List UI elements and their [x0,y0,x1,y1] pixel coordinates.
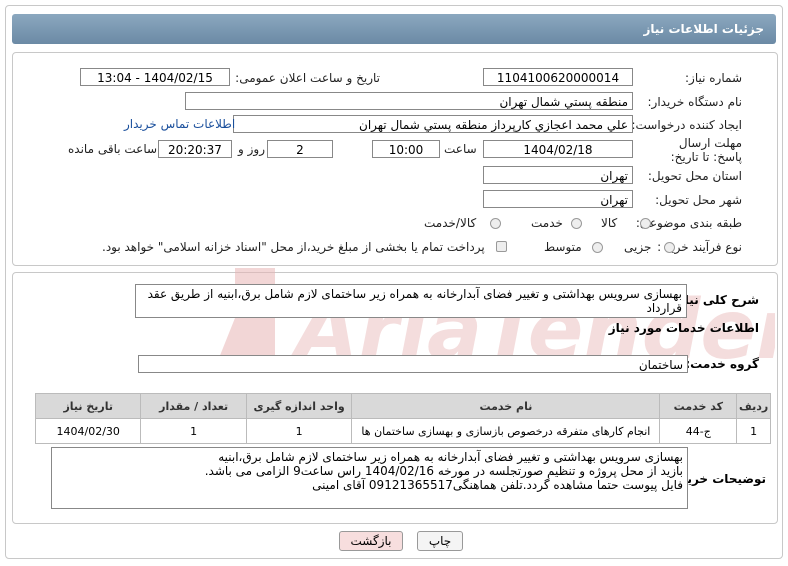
requester-field: علي محمد اعجازي کارپرداز منطقه پستي شمال… [233,115,633,133]
days-label: روز و [238,142,265,156]
deadline-time-field: 10:00 [372,140,440,158]
deadline-time-label: ساعت [444,142,477,156]
process-medium-label: متوسط [544,240,582,254]
buyer-contact-link[interactable]: اطلاعات تماس خریدار [124,117,235,131]
process-minor-label: جزیی [624,240,652,254]
cell-service-name: انجام کارهای متفرقه درخصوص بازسازی و بهس… [351,418,661,444]
cell-need-date: 1404/02/30 [34,418,142,444]
requester-label: ایجاد کننده درخواست: [631,118,742,132]
category-goods-service-radio[interactable] [490,218,501,229]
print-button[interactable]: چاپ [417,531,463,551]
remaining-days-field: 2 [267,140,333,158]
category-service-label: خدمت [531,216,563,230]
col-service-code: کد خدمت [659,393,738,419]
page-header: جزئیات اطلاعات نیاز [12,14,776,44]
cell-quantity: 1 [140,418,247,444]
col-need-date: تاریخ نیاز [34,393,142,419]
col-row-number: ردیف [736,393,771,419]
back-button[interactable]: بازگشت [339,531,403,551]
col-quantity: تعداد / مقدار [140,393,247,419]
city-label: شهر محل تحویل: [655,193,742,207]
process-medium-radio[interactable] [592,242,603,253]
category-goods-radio[interactable] [640,218,651,229]
remaining-time-label: ساعت باقی مانده [68,142,158,156]
deadline-label: مهلت ارسال پاسخ: تا تاریخ: [670,136,742,164]
cell-row-number: 1 [736,418,771,444]
announce-date-label: تاریخ و ساعت اعلان عمومی: [235,71,380,85]
process-minor-radio[interactable] [664,242,675,253]
treasury-payment-note: پرداخت تمام یا بخشی از مبلغ خرید،از محل … [102,240,485,254]
service-group-field: ساختمان [138,355,688,373]
services-title: اطلاعات خدمات مورد نیاز [608,321,759,335]
cell-service-code: ج-44 [659,418,738,444]
category-service-radio[interactable] [571,218,582,229]
remaining-time-field: 20:20:37 [158,140,232,158]
city-field: تهران [483,190,633,208]
need-number-label: شماره نیاز: [685,71,742,85]
table-row: 1 ج-44 انجام کارهای متفرقه درخصوص بازساز… [34,418,771,444]
category-goods-label: کالا [601,216,618,230]
buyer-notes-line-1: بهسازی سرویس بهداشتی و تغییر فضای آبدارخ… [218,450,683,464]
announce-date-field: 1404/02/15 - 13:04 [80,68,230,86]
province-field: تهران [483,166,633,184]
service-group-label: گروه خدمت: [685,357,759,371]
buyer-org-field: منطقه پستي شمال تهران [185,92,633,110]
deadline-date-field: 1404/02/18 [483,140,633,158]
treasury-payment-checkbox[interactable] [496,241,507,252]
category-goods-service-label: کالا/خدمت [424,216,477,230]
cell-unit: 1 [245,418,353,444]
province-label: استان محل تحویل: [647,169,742,183]
services-table-header: ردیف کد خدمت نام خدمت واحد اندازه گیری ت… [34,393,771,419]
category-label: طبقه بندی موضوعی: [635,216,742,230]
buyer-notes-line-3: فایل پیوست حتما مشاهده گردد.تلفن هماهنگی… [312,478,683,492]
buyer-org-label: نام دستگاه خریدار: [647,95,743,109]
col-service-name: نام خدمت [351,393,661,419]
col-unit: واحد اندازه گیری [245,393,353,419]
services-table: ردیف کد خدمت نام خدمت واحد اندازه گیری ت… [34,393,771,444]
need-number-field: 1104100620000014 [483,68,633,86]
description-textarea[interactable]: بهسازی سرویس بهداشتی و تغییر فضای آبدارخ… [135,284,687,318]
buyer-notes-textarea[interactable]: بهسازی سرویس بهداشتی و تغییر فضای آبدارخ… [51,447,688,509]
buyer-notes-line-2: بازید از محل پروژه و تنظیم صورتجلسه در م… [204,464,683,478]
